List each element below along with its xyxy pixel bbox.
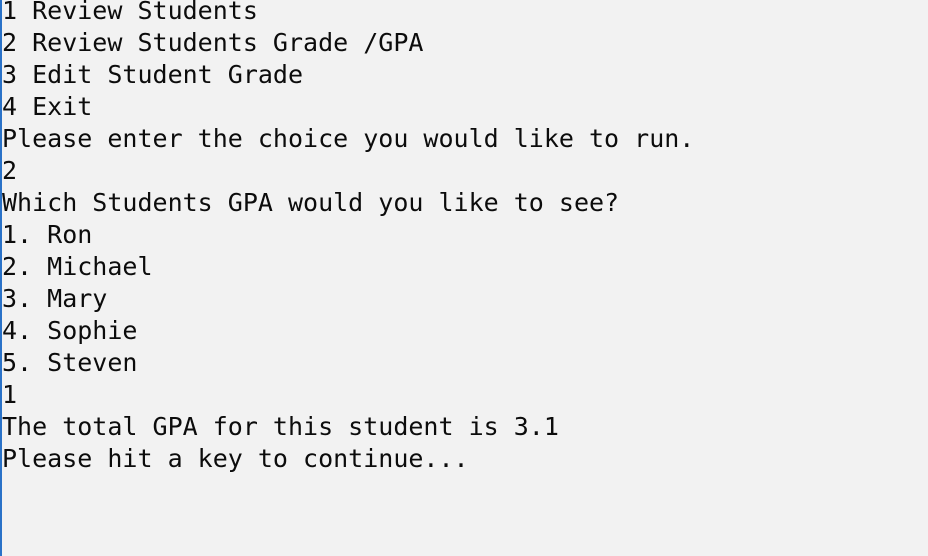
student-option-ron: 1. Ron (2, 220, 93, 249)
continue-prompt: Please hit a key to continue... (2, 444, 469, 473)
menu-option-exit: 4 Exit (2, 92, 93, 121)
student-option-michael: 2. Michael (2, 252, 153, 281)
gpa-result: The total GPA for this student is 3.1 (2, 412, 559, 441)
user-input-student: 1 (2, 380, 18, 409)
student-option-mary: 3. Mary (2, 284, 108, 313)
user-input-choice: 2 (2, 156, 18, 185)
student-option-sophie: 4. Sophie (2, 316, 138, 345)
menu-option-review-students: 1 Review Students (2, 0, 258, 25)
menu-option-review-grade-gpa: 2 Review Students Grade /GPA (2, 28, 424, 57)
console-output[interactable]: 1 Review Students 2 Review Students Grad… (0, 0, 928, 556)
choice-prompt: Please enter the choice you would like t… (2, 124, 695, 153)
student-gpa-prompt: Which Students GPA would you like to see… (2, 188, 620, 217)
menu-option-edit-grade: 3 Edit Student Grade (2, 60, 304, 89)
student-option-steven: 5. Steven (2, 348, 138, 377)
